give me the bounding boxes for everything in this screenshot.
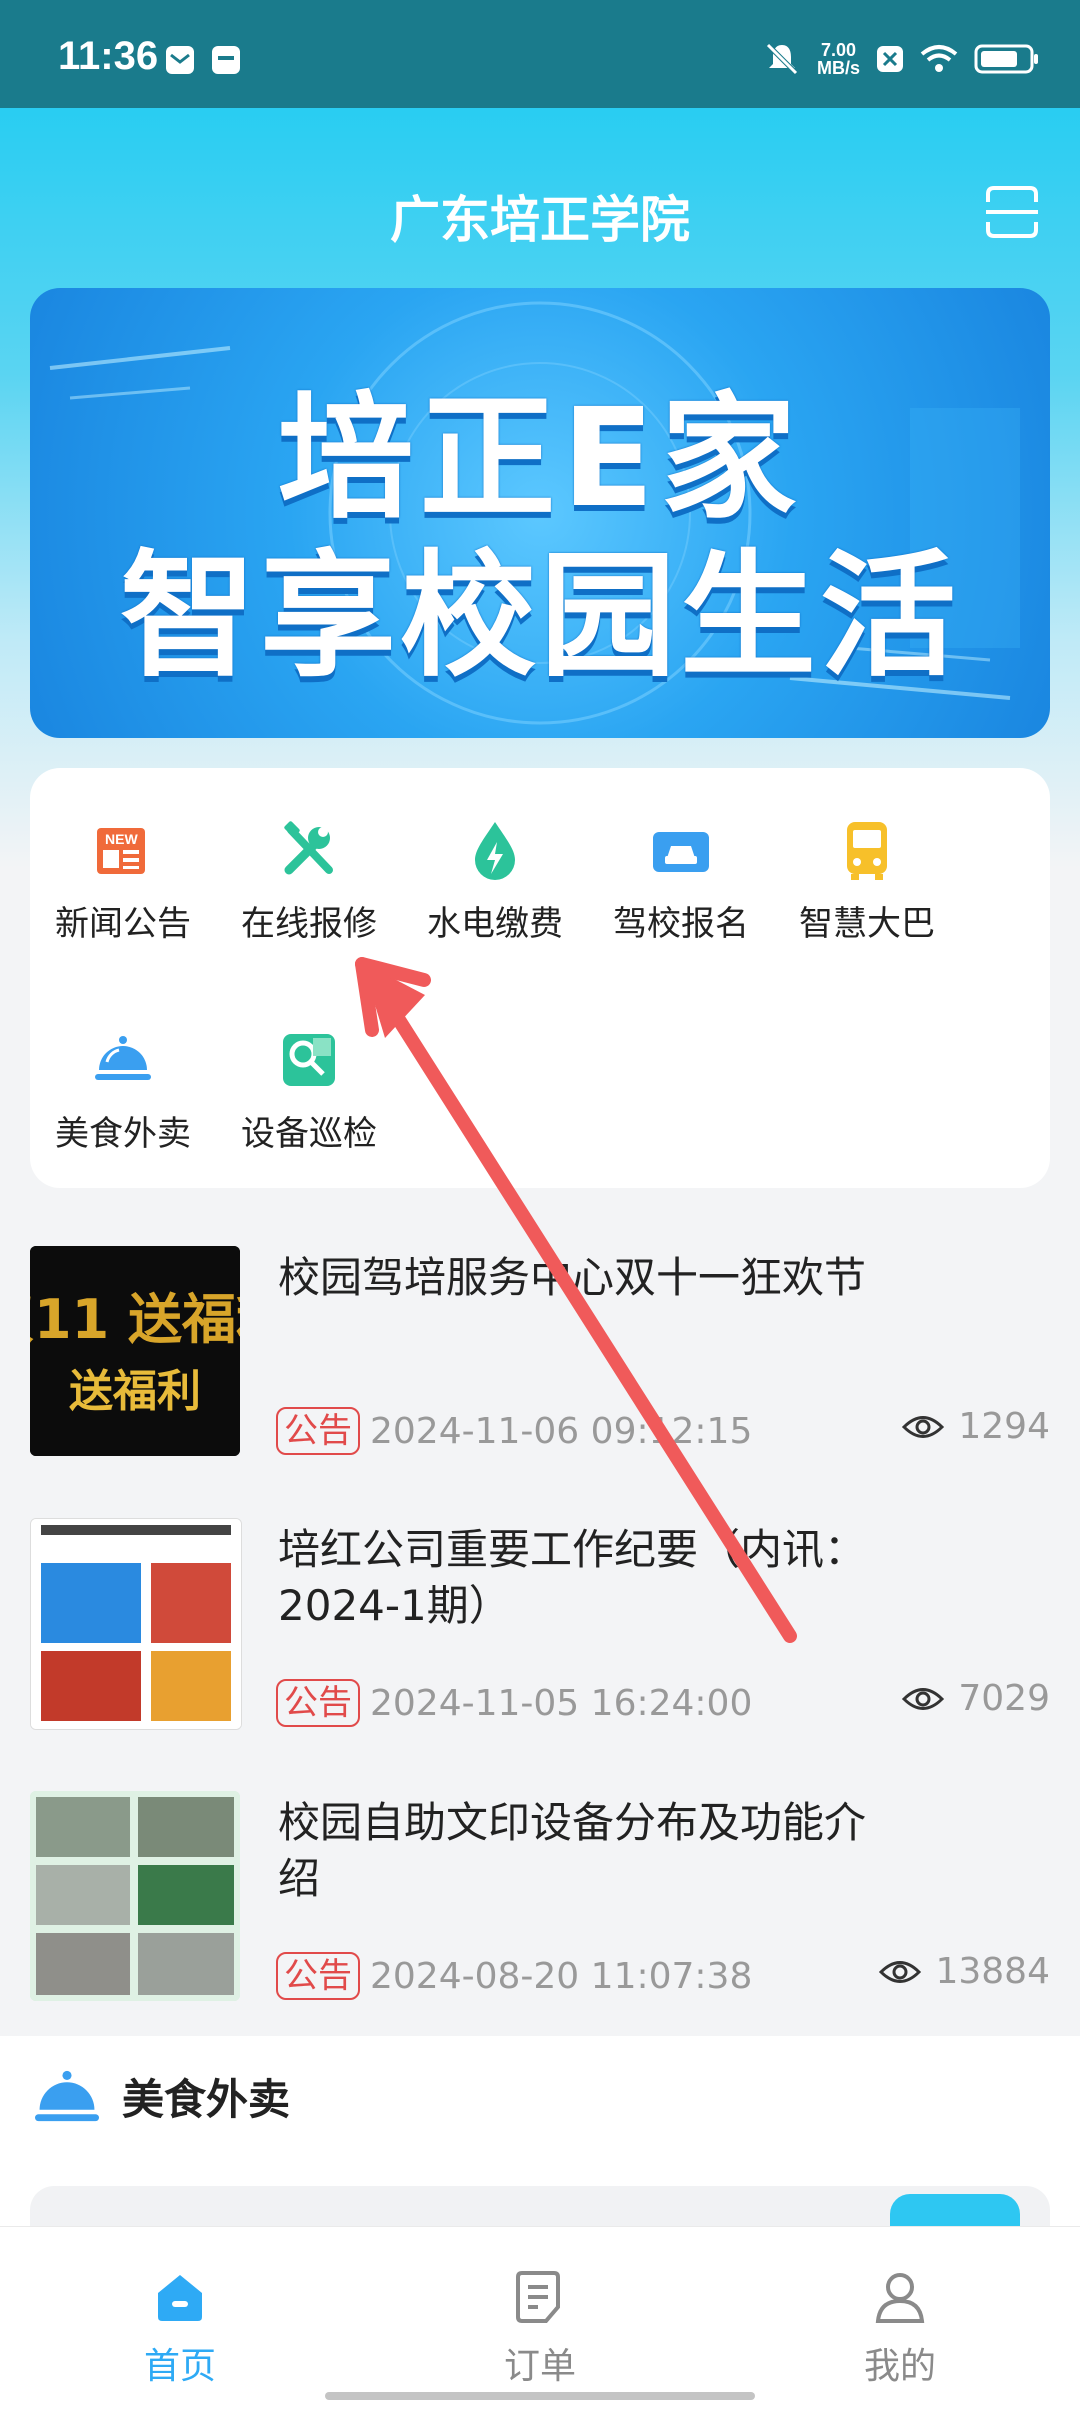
service-label: 新闻公告 (55, 904, 191, 944)
service-repair[interactable]: 在线报修 (216, 818, 402, 945)
service-label: 美食外卖 (55, 1114, 191, 1154)
home-icon (158, 2275, 202, 2321)
news-thumbnail (30, 1791, 240, 2001)
bottom-nav: 首页 订单 我的 (0, 2226, 1080, 2409)
service-food-delivery[interactable]: 美食外卖 (30, 1028, 216, 1155)
news-title: 校园自助文印设备分布及功能介绍 (278, 1798, 867, 1903)
inspection-icon (283, 1034, 335, 1086)
service-label: 设备巡检 (241, 1114, 377, 1154)
service-label: 驾校报名 (613, 904, 749, 944)
service-driving-school[interactable]: 驾校报名 (588, 818, 774, 945)
inbox-notification-icon (212, 46, 240, 74)
service-bus[interactable]: 智慧大巴 (774, 818, 960, 945)
notice-badge: 公告 (276, 1679, 360, 1727)
service-grid: NEW 新闻公告 在线报修 水电缴费 驾校报名 智慧大巴 美食外卖 设备巡检 (30, 768, 1050, 1188)
news-item[interactable]: 培红公司重要工作纪要（内讯：2024-1期） 公告 2024-11-05 16:… (0, 1502, 1080, 1730)
orders-icon (516, 2271, 560, 2323)
svg-text:送福利: 送福利 (69, 1366, 201, 1417)
network-speed: 7.00 MB/s (816, 40, 860, 78)
service-inspection[interactable]: 设备巡检 (216, 1028, 402, 1155)
news-meta: 公告 2024-11-05 16:24:00 (276, 1678, 752, 1728)
wifi-icon (920, 45, 958, 72)
status-time: 11:36 (58, 34, 159, 78)
service-utilities[interactable]: 水电缴费 (402, 818, 588, 945)
view-count: 1294 (958, 1406, 1050, 1447)
promo-banner[interactable]: 培正E家 智享校园生活 (30, 288, 1050, 738)
food-cloche-icon (35, 2070, 99, 2122)
news-time: 2024-08-20 11:07:38 (370, 1955, 753, 1997)
status-bar: 11:36 7.00 MB/s (0, 0, 1080, 108)
news-meta: 公告 2024-08-20 11:07:38 (276, 1951, 752, 2001)
service-news[interactable]: NEW 新闻公告 (30, 818, 216, 945)
banner-subline: 智享校园生活 (120, 538, 960, 696)
news-thumbnail: 双11 送福利 送福利 (30, 1246, 240, 1456)
news-title: 校园驾培服务中心双十一狂欢节 (278, 1253, 867, 1302)
newspaper-icon: NEW (97, 828, 145, 874)
water-drop-icon (475, 822, 515, 880)
news-time: 2024-11-06 09:12:15 (370, 1410, 753, 1452)
news-list: 双11 送福利 送福利 校园驾培服务中心双十一狂欢节 公告 2024-11-06… (0, 1230, 1080, 2025)
food-cloche-icon (95, 1036, 151, 1080)
repair-tools-icon (284, 821, 333, 875)
tab-label: 首页 (143, 2346, 216, 2387)
service-label: 水电缴费 (427, 904, 563, 944)
thumbnail-graphic: 双11 送福利 送福利 (30, 1246, 240, 1456)
user-icon (875, 2273, 925, 2323)
news-title: 培红公司重要工作纪要（内讯：2024-1期） (278, 1525, 867, 1630)
svg-text:NEW: NEW (105, 831, 138, 847)
tab-profile[interactable]: 我的 (800, 2267, 1000, 2389)
news-meta: 公告 2024-11-06 09:12:15 (276, 1406, 752, 1456)
x-box-icon (877, 46, 903, 72)
bus-icon (847, 822, 887, 880)
tab-label: 订单 (503, 2346, 576, 2387)
view-count: 7029 (958, 1678, 1050, 1719)
service-label: 在线报修 (241, 904, 377, 944)
news-item[interactable]: 校园自助文印设备分布及功能介绍 公告 2024-08-20 11:07:38 1… (0, 1775, 1080, 2001)
view-count: 13884 (935, 1951, 1050, 1992)
mail-notification-icon (166, 46, 194, 74)
news-time: 2024-11-05 16:24:00 (370, 1682, 753, 1724)
eye-icon (902, 1415, 945, 1438)
thumb-text: 双11 送福利 (30, 1288, 240, 1351)
home-indicator (325, 2392, 755, 2400)
battery-icon (974, 44, 1038, 74)
news-views: 1294 (902, 1406, 1050, 1447)
news-views: 7029 (902, 1678, 1050, 1719)
thumbnail-graphic (31, 1519, 241, 1729)
car-icon (653, 832, 709, 872)
tab-label: 我的 (863, 2346, 936, 2387)
scan-icon[interactable] (982, 182, 1042, 242)
notice-badge: 公告 (276, 1407, 360, 1455)
tab-orders[interactable]: 订单 (440, 2267, 640, 2389)
food-section-header: 美食外卖 (30, 2064, 290, 2128)
tab-home[interactable]: 首页 (80, 2267, 280, 2389)
news-views: 13884 (879, 1951, 1050, 1992)
thumbnail-graphic (30, 1791, 240, 2001)
food-section: 美食外卖 (0, 2036, 1080, 2266)
food-section-title: 美食外卖 (122, 2074, 291, 2124)
eye-icon (902, 1687, 945, 1710)
bell-muted-icon (766, 43, 798, 75)
news-item[interactable]: 双11 送福利 送福利 校园驾培服务中心双十一狂欢节 公告 2024-11-06… (0, 1230, 1080, 1456)
service-label: 智慧大巴 (799, 904, 935, 944)
news-thumbnail (30, 1518, 242, 1730)
notice-badge: 公告 (276, 1952, 360, 2000)
page-title: 广东培正学院 (390, 191, 690, 249)
eye-icon (879, 1960, 922, 1983)
